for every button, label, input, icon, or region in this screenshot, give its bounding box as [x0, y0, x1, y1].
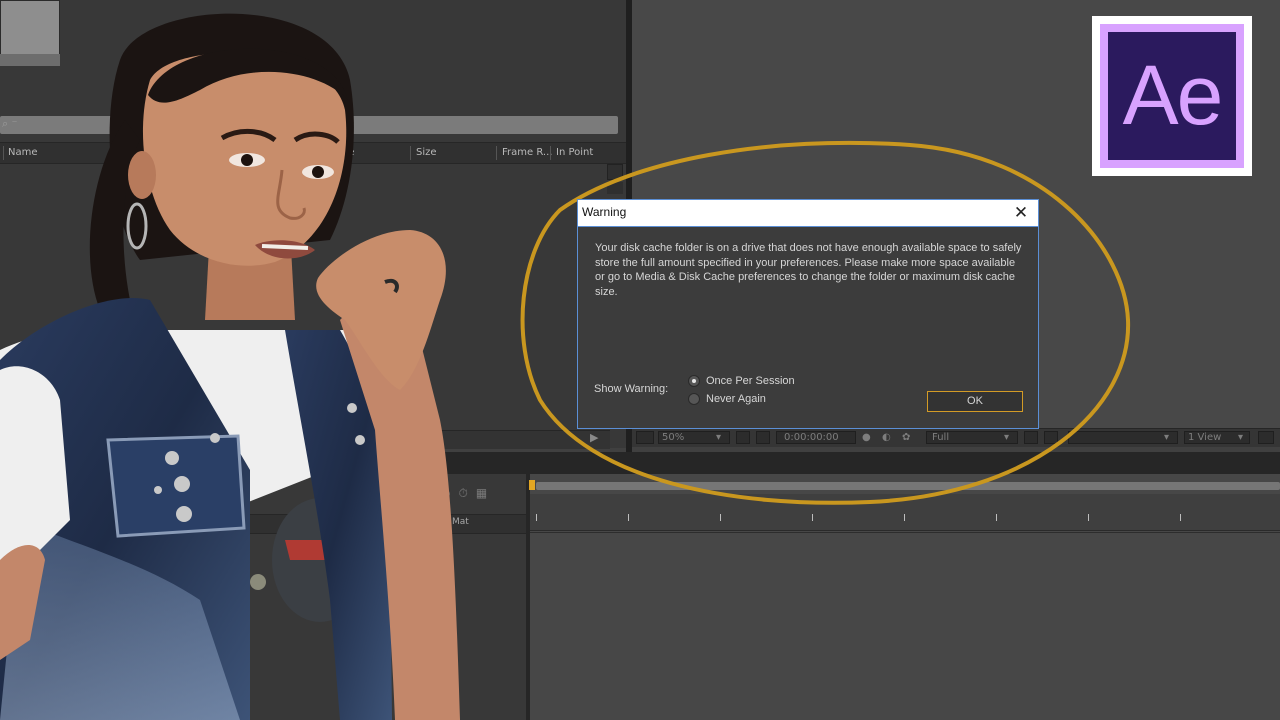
radio-never-again[interactable]: Never Again	[688, 391, 766, 407]
radio-label: Once Per Session	[706, 375, 795, 387]
ruler-tick	[1180, 514, 1181, 521]
radio-label: Never Again	[706, 393, 766, 405]
timeline-row-divider	[530, 532, 1280, 533]
after-effects-logo: Ae	[1092, 16, 1252, 176]
show-warning-label: Show Warning:	[594, 383, 669, 395]
ok-button[interactable]: OK	[927, 391, 1023, 412]
dialog-message: Your disk cache folder is on a drive tha…	[595, 242, 1022, 298]
chevron-down-icon: ▾	[1164, 432, 1170, 443]
radio-button[interactable]	[688, 393, 700, 405]
view-layout-value: 1 View	[1188, 432, 1222, 443]
radio-once-per-session[interactable]: Once Per Session	[688, 373, 795, 389]
column-separator	[496, 146, 497, 160]
close-icon[interactable]: ✕	[1010, 202, 1032, 224]
chevron-down-icon: ▾	[1238, 432, 1244, 443]
logo-text: Ae	[1122, 48, 1224, 142]
toggle-pixel-aspect-icon[interactable]	[1258, 431, 1274, 444]
person-photo	[0, 13, 460, 720]
dialog-title: Warning	[582, 205, 627, 219]
warning-dialog: Warning ✕ Your disk cache folder is on a…	[577, 199, 1039, 429]
radio-button-checked[interactable]	[688, 375, 700, 387]
logo-fill: Ae	[1108, 32, 1236, 160]
dialog-titlebar[interactable]: Warning ✕	[578, 200, 1038, 227]
logo-frame: Ae	[1100, 24, 1244, 168]
